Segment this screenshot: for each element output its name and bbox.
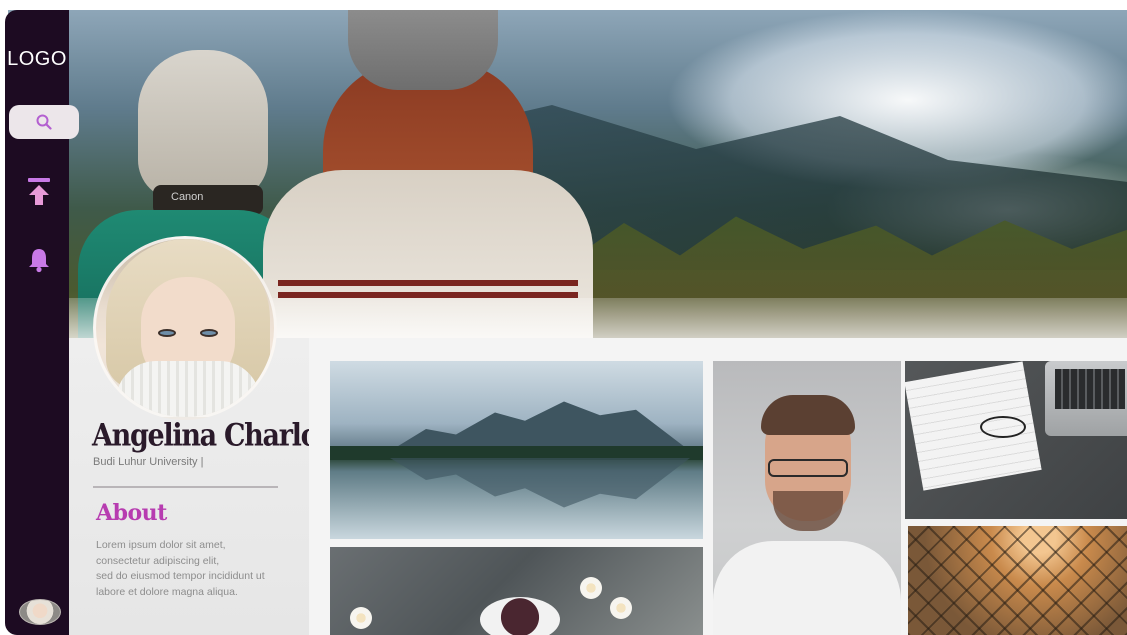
gallery-photo-desk[interactable] — [905, 361, 1127, 519]
logo[interactable]: LOGO — [5, 48, 69, 71]
flower — [580, 577, 602, 599]
hair — [761, 395, 855, 435]
keyboard — [1055, 369, 1125, 409]
profile-subtitle: Budi Luhur University | — [93, 456, 204, 468]
peaks — [390, 401, 690, 451]
sidebar: LOGO — [5, 10, 79, 635]
flower — [350, 607, 372, 629]
about-line: sed do eiusmod tempor incididunt ut — [96, 570, 265, 582]
profile-name: Angelina Charlotte — [92, 418, 357, 454]
eyeglasses — [980, 416, 1026, 438]
divider — [93, 486, 278, 488]
about-line: consectetur adipiscing elit, — [96, 554, 220, 567]
sweater-stripe — [278, 280, 578, 286]
photo-scarf — [116, 361, 260, 417]
about-line: labore et dolore magna aliqua. — [96, 585, 238, 598]
peaks-reflection — [390, 458, 690, 508]
sidebar-item-upload[interactable] — [22, 175, 56, 209]
coffee-cup — [480, 597, 560, 635]
gallery-photo-lake[interactable] — [330, 361, 703, 539]
beard — [773, 491, 843, 531]
gallery-photo-coffee[interactable] — [330, 547, 703, 635]
search-icon — [36, 114, 52, 130]
glasses — [768, 459, 848, 477]
about-line: Lorem ipsum dolor sit amet, — [96, 539, 226, 551]
gallery-photo-portrait[interactable] — [713, 361, 901, 635]
knit-hat — [138, 50, 268, 200]
grey-beanie — [348, 10, 498, 90]
photo-eye — [200, 329, 218, 337]
photo-eye — [158, 329, 176, 337]
upload-arrow-icon — [28, 178, 50, 205]
about-text: Lorem ipsum dolor sit amet, consectetur … — [96, 538, 301, 600]
bell-icon — [29, 249, 49, 273]
about-heading: About — [96, 500, 167, 526]
sidebar-item-search[interactable] — [9, 105, 79, 139]
profile-photo[interactable] — [93, 236, 277, 420]
shirt — [713, 541, 901, 635]
flower — [610, 597, 632, 619]
sidebar-avatar[interactable] — [19, 599, 61, 625]
sidebar-item-notifications[interactable] — [22, 243, 56, 277]
treeline — [330, 446, 703, 460]
hiker-right — [263, 10, 593, 340]
gallery-photo-fence[interactable] — [908, 526, 1127, 635]
